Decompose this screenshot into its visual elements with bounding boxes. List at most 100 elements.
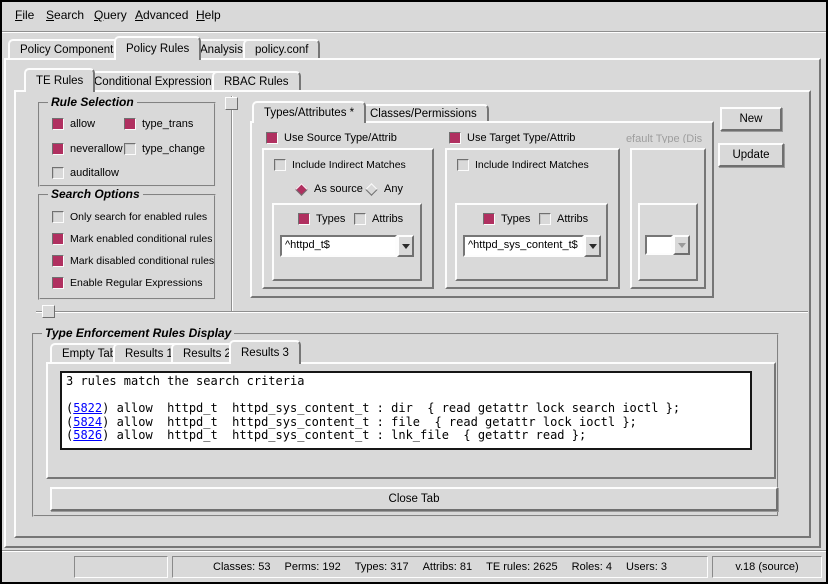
checkbox-label: allow xyxy=(70,118,95,130)
checkbox-indicator xyxy=(52,255,64,267)
rule-line: (5824) allow httpd_t httpd_sys_content_t… xyxy=(66,416,746,430)
tab-results-3[interactable]: Results 3 xyxy=(229,340,301,364)
close-tab-button[interactable]: Close Tab xyxy=(50,487,778,511)
tab-policy-conf[interactable]: policy.conf xyxy=(243,39,320,58)
rule-number-link[interactable]: 5826 xyxy=(73,428,102,442)
checkbox-indicator xyxy=(52,167,64,179)
stat-types: Types: 317 xyxy=(355,561,409,573)
radio-label: As source xyxy=(314,183,363,195)
tab-rbac-rules[interactable]: RBAC Rules xyxy=(212,71,301,90)
stat-perms: Perms: 192 xyxy=(285,561,341,573)
chevron-down-icon xyxy=(678,243,686,248)
menu-bar: File Search Query Advanced Help xyxy=(2,2,826,29)
combobox-value xyxy=(645,235,673,255)
tab-te-rules[interactable]: TE Rules xyxy=(24,68,95,92)
combobox-dropdown-button[interactable] xyxy=(397,235,414,257)
checkbox-use-target-type[interactable]: Use Target Type/Attrib xyxy=(449,132,575,144)
default-type-label-clip: Default Type (Disabled) xyxy=(626,129,702,143)
update-button[interactable]: Update xyxy=(718,143,784,167)
statusbar-empty-cell xyxy=(74,556,168,578)
tab-policy-components[interactable]: Policy Components xyxy=(8,39,131,58)
rule-selection-title: Rule Selection xyxy=(48,95,137,109)
chevron-down-icon xyxy=(589,244,597,249)
checkbox-neverallow[interactable]: neverallow xyxy=(52,143,123,155)
checkbox-label: Include Indirect Matches xyxy=(475,159,589,171)
statusbar-stats: Classes: 53 Perms: 192 Types: 317 Attrib… xyxy=(172,556,708,578)
vertical-sash-handle[interactable] xyxy=(225,97,238,110)
stat-roles: Roles: 4 xyxy=(572,561,612,573)
radio-any[interactable]: Any xyxy=(365,183,403,195)
target-type-combobox[interactable]: ^httpd_sys_content_t$ xyxy=(463,235,601,257)
horizontal-sash-handle[interactable] xyxy=(42,305,55,318)
checkbox-indicator xyxy=(52,118,64,130)
rule-line: (5822) allow httpd_t httpd_sys_content_t… xyxy=(66,402,746,416)
stat-te-rules: TE rules: 2625 xyxy=(486,561,558,573)
checkbox-indicator xyxy=(354,213,366,225)
rule-number-link[interactable]: 5824 xyxy=(73,415,102,429)
tab-classes-permissions[interactable]: Classes/Permissions xyxy=(358,104,489,121)
checkbox-label: Use Target Type/Attrib xyxy=(467,132,575,144)
checkbox-indicator xyxy=(124,143,136,155)
vertical-sash-line xyxy=(231,96,233,312)
checkbox-indicator xyxy=(52,277,64,289)
results-summary: 3 rules match the search criteria xyxy=(66,375,746,389)
menu-file[interactable]: File xyxy=(11,2,38,29)
new-button[interactable]: New xyxy=(720,107,782,131)
checkbox-target-indirect[interactable]: Include Indirect Matches xyxy=(457,159,589,171)
combobox-dropdown-button[interactable] xyxy=(584,235,601,257)
checkbox-source-attribs[interactable]: Attribs xyxy=(354,213,403,225)
tab-conditional-expressions[interactable]: Conditional Expressions xyxy=(82,71,229,90)
checkbox-label: Use Source Type/Attrib xyxy=(284,132,397,144)
checkbox-label: neverallow xyxy=(70,143,123,155)
radio-label: Any xyxy=(384,183,403,195)
menu-query[interactable]: Query xyxy=(90,2,131,29)
radio-as-source[interactable]: As source xyxy=(295,183,363,195)
checkbox-indicator xyxy=(274,159,286,171)
source-type-combobox[interactable]: ^httpd_t$ xyxy=(280,235,414,257)
checkbox-label: Enable Regular Expressions xyxy=(70,277,203,289)
combobox-value[interactable]: ^httpd_sys_content_t$ xyxy=(463,235,584,257)
checkbox-indicator xyxy=(457,159,469,171)
checkbox-label: Include Indirect Matches xyxy=(292,159,406,171)
combobox-dropdown-button xyxy=(673,235,690,255)
statusbar-separator xyxy=(2,550,826,552)
combobox-value[interactable]: ^httpd_t$ xyxy=(280,235,397,257)
statusbar-version: v.18 (source) xyxy=(712,556,822,578)
apol-window: File Search Query Advanced Help Policy C… xyxy=(0,0,828,584)
te-rules-display-title: Type Enforcement Rules Display xyxy=(42,326,234,340)
checkbox-indicator xyxy=(52,211,64,223)
checkbox-allow[interactable]: allow xyxy=(52,118,95,130)
radio-indicator xyxy=(365,183,378,196)
checkbox-indicator xyxy=(449,132,461,144)
checkbox-label: auditallow xyxy=(70,167,119,179)
checkbox-indicator xyxy=(539,213,551,225)
checkbox-type-change[interactable]: type_change xyxy=(124,143,205,155)
checkbox-type-trans[interactable]: type_trans xyxy=(124,118,193,130)
menu-separator xyxy=(2,31,826,33)
checkbox-only-enabled-rules[interactable]: Only search for enabled rules xyxy=(52,211,207,223)
checkbox-source-types[interactable]: Types xyxy=(298,213,345,225)
rule-number-link[interactable]: 5822 xyxy=(73,401,102,415)
checkbox-auditallow[interactable]: auditallow xyxy=(52,167,119,179)
menu-advanced[interactable]: Advanced xyxy=(131,2,192,29)
tab-policy-rules[interactable]: Policy Rules xyxy=(114,36,201,60)
checkbox-mark-enabled-conditional[interactable]: Mark enabled conditional rules xyxy=(52,233,212,245)
tab-types-attributes[interactable]: Types/Attributes * xyxy=(252,101,366,123)
checkbox-target-types[interactable]: Types xyxy=(483,213,530,225)
checkbox-mark-disabled-conditional[interactable]: Mark disabled conditional rules xyxy=(52,255,214,267)
checkbox-label: Attribs xyxy=(372,213,403,225)
checkbox-label: Mark enabled conditional rules xyxy=(70,233,212,245)
menu-help[interactable]: Help xyxy=(192,2,225,29)
checkbox-indicator xyxy=(266,132,278,144)
checkbox-label: Only search for enabled rules xyxy=(70,211,207,223)
checkbox-indicator xyxy=(52,143,64,155)
menu-search[interactable]: Search xyxy=(42,2,88,29)
checkbox-target-attribs[interactable]: Attribs xyxy=(539,213,588,225)
results-text-area[interactable]: 3 rules match the search criteria (5822)… xyxy=(60,371,752,450)
checkbox-source-indirect[interactable]: Include Indirect Matches xyxy=(274,159,406,171)
checkbox-label: Types xyxy=(316,213,345,225)
checkbox-label: Attribs xyxy=(557,213,588,225)
checkbox-indicator xyxy=(52,233,64,245)
checkbox-enable-regex[interactable]: Enable Regular Expressions xyxy=(52,277,203,289)
checkbox-use-source-type[interactable]: Use Source Type/Attrib xyxy=(266,132,397,144)
